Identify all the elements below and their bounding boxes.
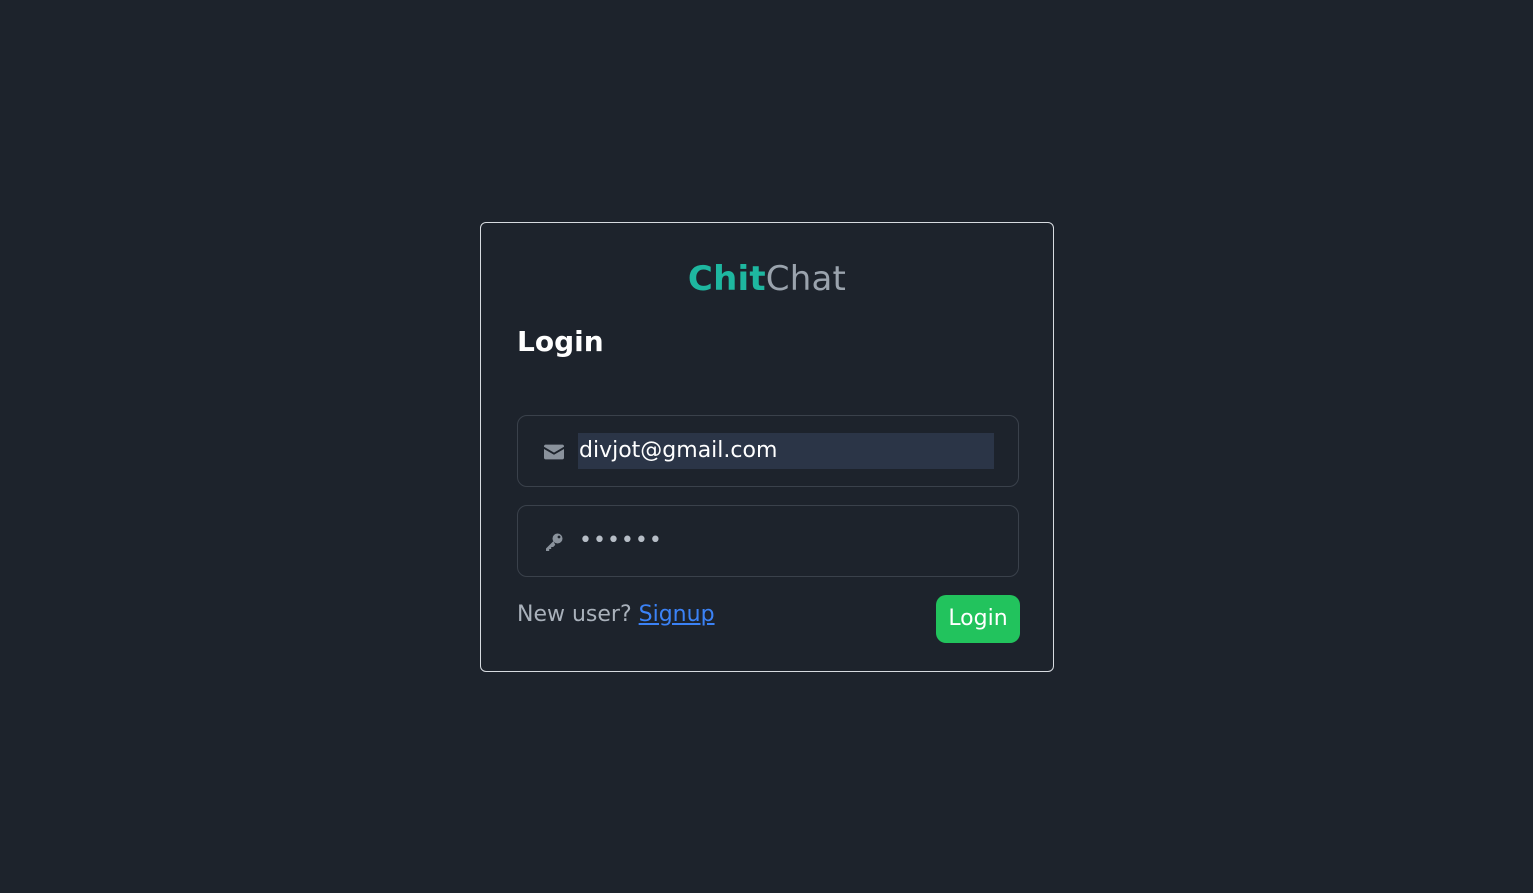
email-field[interactable] xyxy=(517,415,1019,487)
signup-prompt-text: New user? xyxy=(517,602,632,627)
signup-prompt: New user? Signup xyxy=(517,601,715,629)
password-input[interactable] xyxy=(578,523,994,559)
login-card: ChitChat Login New user xyxy=(480,222,1054,672)
page-title: Login xyxy=(517,325,604,358)
password-field[interactable] xyxy=(517,505,1019,577)
email-input[interactable] xyxy=(578,433,994,469)
login-button[interactable]: Login xyxy=(936,595,1020,643)
brand-part-2: Chat xyxy=(765,259,847,299)
app-logo: ChitChat xyxy=(481,259,1053,299)
key-icon xyxy=(542,530,566,554)
page: ChitChat Login New user xyxy=(0,0,1533,893)
brand-part-1: Chit xyxy=(687,259,766,299)
signup-link[interactable]: Signup xyxy=(639,602,715,627)
envelope-icon xyxy=(542,440,566,464)
